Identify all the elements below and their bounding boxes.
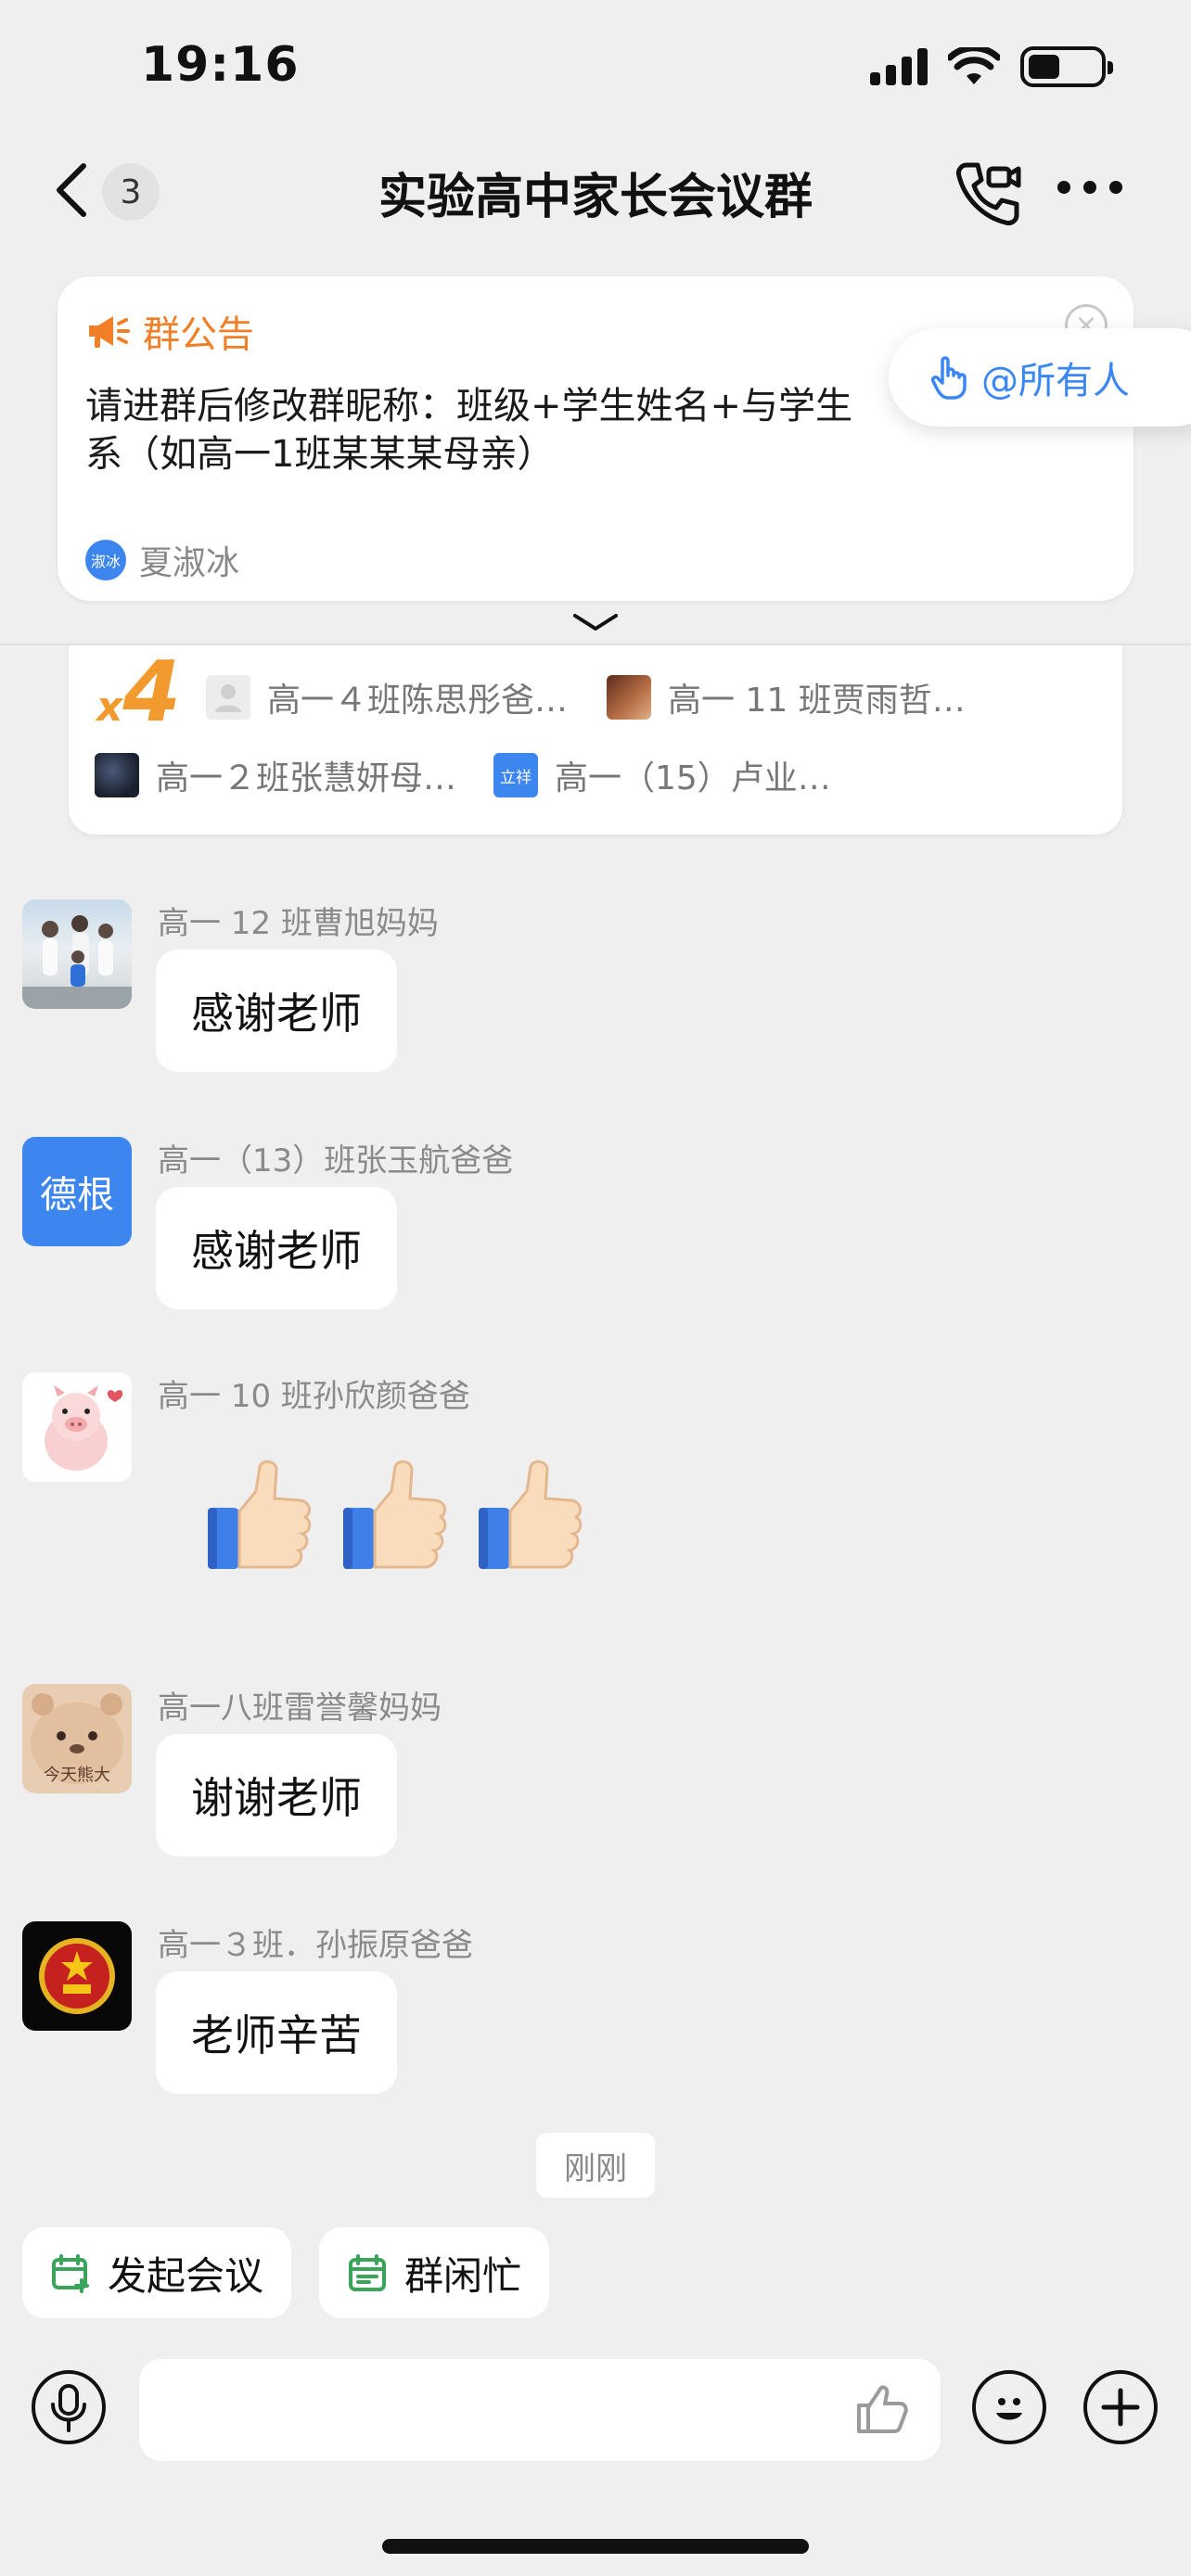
calendar-icon	[349, 2254, 386, 2291]
thumbs-up-icon	[343, 1460, 447, 1569]
message-bubble[interactable]: 感谢老师	[156, 1187, 397, 1309]
message-input[interactable]	[139, 2359, 941, 2461]
voice-button[interactable]	[32, 2370, 106, 2444]
expand-button[interactable]	[568, 608, 623, 636]
time-divider: 刚刚	[536, 2133, 655, 2198]
avatar	[95, 753, 139, 797]
like-button[interactable]	[853, 2381, 909, 2441]
reaction-item-label: 高一（15）卢业…	[555, 759, 831, 797]
avatar[interactable]: 德根	[22, 1137, 132, 1246]
hand-pointer-icon	[931, 356, 967, 400]
more-dot-icon	[1109, 181, 1122, 194]
wifi-icon	[948, 47, 1000, 84]
reaction-item-label: 高一２班张慧妍母…	[156, 759, 457, 797]
status-icons	[870, 46, 1113, 87]
more-dot-icon	[1083, 181, 1096, 194]
mention-all-button[interactable]: @所有人	[889, 328, 1191, 427]
group-busy-label: 群闲忙	[404, 2252, 522, 2299]
reaction-item[interactable]: 高一２班张慧妍母…	[95, 751, 456, 799]
start-meeting-button[interactable]: 发起会议	[22, 2227, 292, 2318]
divider	[0, 644, 1191, 645]
sticker-message[interactable]	[198, 1458, 586, 1578]
smiley-icon	[996, 2398, 1022, 2420]
announcement-line: 系（如高一1班某某某母亲）	[85, 433, 555, 476]
author-name: 夏淑冰	[139, 544, 240, 582]
avatar[interactable]	[22, 899, 132, 1009]
reaction-item[interactable]: 高一 11 班贾雨哲…	[607, 673, 966, 721]
announcement-body: 请进群后修改群昵称：班级+学生姓名+与学生 系（如高一1班某某某母亲）	[85, 382, 939, 478]
thumbs-up-icon	[208, 1460, 312, 1569]
thumbs-up-icon	[479, 1460, 583, 1569]
message-sender: 高一八班雷誉馨妈妈	[158, 1690, 442, 1727]
message-bubble[interactable]: 感谢老师	[156, 950, 397, 1072]
avatar[interactable]: 今天熊大	[22, 1684, 132, 1793]
message-sender: 高一 12 班曹旭妈妈	[158, 905, 439, 942]
avatar: 立祥	[493, 753, 538, 797]
more-button[interactable]	[1057, 181, 1122, 194]
announcement-title: 群公告	[143, 313, 254, 356]
reaction-count: x4	[96, 644, 181, 741]
reaction-count-prefix: x	[96, 683, 123, 731]
reaction-item-label: 高一４班陈思彤爸…	[267, 682, 569, 720]
plus-icon	[1101, 2388, 1140, 2427]
announcement-header: 群公告	[85, 304, 254, 358]
chevron-down-icon	[573, 614, 618, 631]
reaction-item[interactable]: 高一４班陈思彤爸…	[206, 673, 568, 721]
reaction-count-number: 4	[122, 644, 182, 741]
mention-label: @所有人	[981, 360, 1130, 402]
message-bubble[interactable]: 老师辛苦	[156, 1971, 397, 2094]
group-busy-button[interactable]: 群闲忙	[319, 2227, 550, 2318]
reaction-item[interactable]: 立祥 高一（15）卢业…	[493, 751, 831, 799]
emoji-button[interactable]	[972, 2370, 1046, 2444]
message-bubble[interactable]: 谢谢老师	[156, 1734, 397, 1856]
add-button[interactable]	[1083, 2370, 1158, 2444]
announcement-author: 淑冰 夏淑冰	[85, 536, 239, 584]
message-sender: 高一 10 班孙欣颜爸爸	[158, 1378, 470, 1415]
signal-icon	[870, 48, 928, 85]
avatar	[607, 675, 651, 720]
video-call-button[interactable]	[952, 156, 1026, 230]
thumbs-up-outline-icon	[857, 2385, 908, 2433]
user-placeholder-icon	[206, 675, 250, 720]
avatar[interactable]	[22, 1921, 132, 2031]
start-meeting-label: 发起会议	[108, 2252, 264, 2299]
reaction-item-label: 高一 11 班贾雨哲…	[668, 682, 966, 720]
message-sender: 高一３班．孙振原爸爸	[158, 1927, 473, 1964]
status-time: 19:16	[141, 37, 300, 93]
avatar[interactable]	[22, 1372, 132, 1482]
megaphone-icon	[89, 316, 130, 348]
microphone-icon	[51, 2384, 86, 2432]
message-sender: 高一（13）班张玉航爸爸	[158, 1142, 514, 1180]
avatar: 淑冰	[85, 540, 126, 580]
announcement-line: 请进群后修改群昵称：班级+学生姓名+与学生	[85, 385, 853, 427]
battery-icon	[1020, 46, 1113, 87]
more-dot-icon	[1057, 181, 1070, 194]
home-indicator[interactable]	[382, 2539, 809, 2554]
calendar-plus-icon	[52, 2254, 89, 2293]
phone-video-icon	[956, 162, 1021, 225]
avatar-caption: 今天熊大	[44, 1766, 110, 1785]
